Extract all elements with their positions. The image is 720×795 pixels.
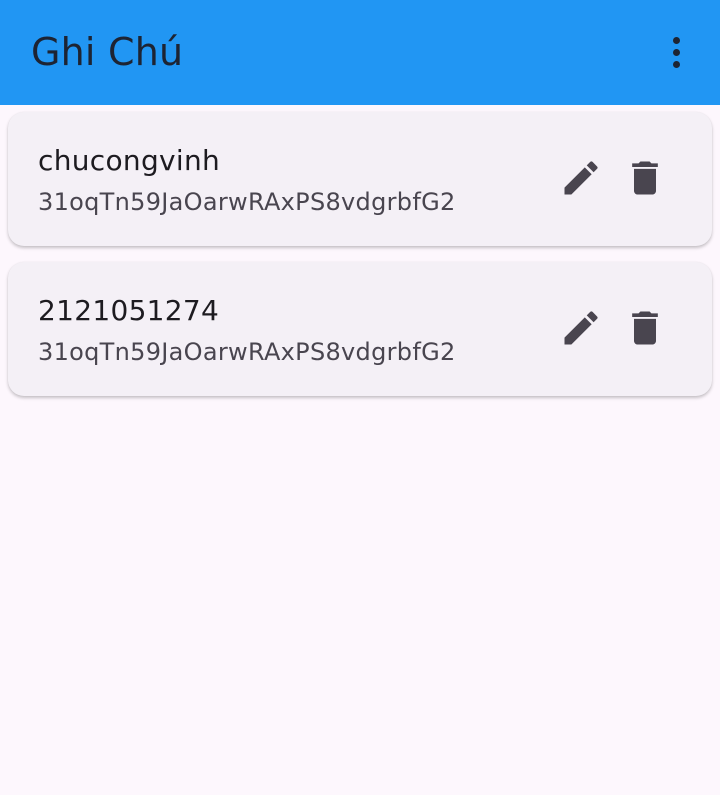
- edit-note-button[interactable]: [557, 154, 605, 202]
- delete-icon: [632, 311, 658, 345]
- app-title: Ghi Chú: [31, 30, 184, 74]
- note-title: 2121051274: [38, 294, 220, 327]
- edit-icon: [564, 311, 598, 345]
- app-bar: Ghi Chú: [0, 0, 720, 105]
- more-vert-icon-dot: [672, 60, 680, 68]
- delete-icon: [632, 161, 658, 195]
- delete-note-button[interactable]: [621, 154, 669, 202]
- edit-note-button[interactable]: [557, 304, 605, 352]
- note-card[interactable]: chucongvinh 31oqTn59JaOarwRAxPS8vdgrbfG2: [8, 112, 712, 246]
- more-options-button[interactable]: [658, 32, 694, 72]
- edit-icon: [564, 161, 598, 195]
- note-title: chucongvinh: [38, 144, 221, 177]
- more-vert-icon-dot: [672, 48, 680, 56]
- note-content: 31oqTn59JaOarwRAxPS8vdgrbfG2: [38, 338, 456, 366]
- delete-note-button[interactable]: [621, 304, 669, 352]
- note-card[interactable]: 2121051274 31oqTn59JaOarwRAxPS8vdgrbfG2: [8, 262, 712, 396]
- notes-list: chucongvinh 31oqTn59JaOarwRAxPS8vdgrbfG2…: [8, 112, 712, 412]
- more-vert-icon-dot: [672, 36, 680, 44]
- note-content: 31oqTn59JaOarwRAxPS8vdgrbfG2: [38, 188, 456, 216]
